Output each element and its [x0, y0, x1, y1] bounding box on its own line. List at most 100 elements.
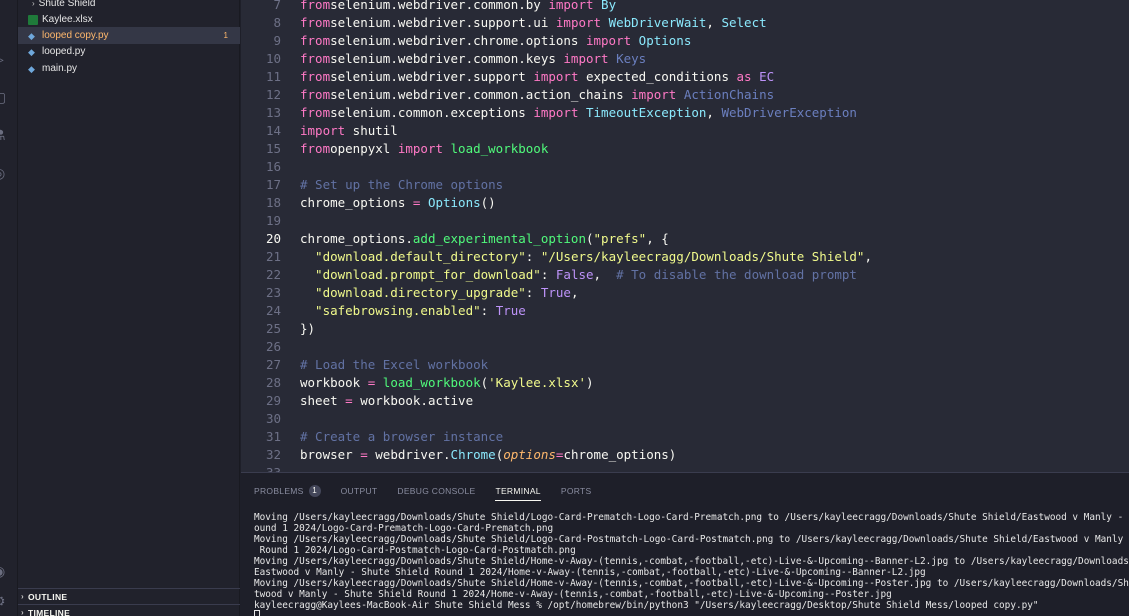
- code-line[interactable]: 21 "download.default_directory": "/Users…: [241, 248, 1129, 266]
- code-token: =: [345, 393, 353, 408]
- code-text: fromselenium.webdriver.support import ex…: [300, 68, 774, 86]
- code-line[interactable]: 27 # Load the Excel workbook: [241, 356, 1129, 374]
- code-line[interactable]: 18 chrome_options = Options(): [241, 194, 1129, 212]
- tree-file-looped-py[interactable]: ◆ looped.py: [18, 43, 240, 60]
- run-debug-icon[interactable]: ▷: [0, 48, 18, 70]
- code-text: fromselenium.webdriver.support.ui import…: [300, 14, 767, 32]
- code-token: import: [533, 105, 579, 120]
- line-number: 33: [241, 464, 281, 472]
- code-editor[interactable]: 7 fromselenium.webdriver.common.by import…: [241, 0, 1129, 472]
- code-token: (): [480, 195, 496, 210]
- code-line[interactable]: 25}): [241, 320, 1129, 338]
- outline-section[interactable]: › OUTLINE: [18, 588, 240, 604]
- code-text: fromopenpyxl import load_workbook: [300, 140, 548, 158]
- code-line[interactable]: 32 browser = webdriver.Chrome(options=chr…: [241, 446, 1129, 464]
- source-control-icon[interactable]: ⑂: [0, 10, 18, 32]
- code-token: "download.default_directory": [300, 249, 526, 264]
- code-line[interactable]: 14 import shutil: [241, 122, 1129, 140]
- code-line[interactable]: 29 sheet = workbook.active: [241, 392, 1129, 410]
- line-number: 22: [265, 267, 281, 282]
- code-token: ,: [864, 249, 872, 264]
- code-line[interactable]: 15 fromopenpyxl import load_workbook: [241, 140, 1129, 158]
- code-line[interactable]: 10 fromselenium.webdriver.common.keys imp…: [241, 50, 1129, 68]
- code-line[interactable]: 7 fromselenium.webdriver.common.by import…: [241, 0, 1129, 14]
- code-token: sheet: [300, 393, 346, 408]
- code-token: ,: [570, 285, 579, 300]
- line-number: 32: [265, 447, 281, 462]
- terminal-line: twood v Manly - Shute Shield Round 1 202…: [254, 589, 892, 600]
- tree-file-kaylee-xlsx[interactable]: Kaylee.xlsx: [18, 11, 240, 28]
- tree-item-label: looped copy.py: [42, 30, 109, 41]
- tree-item-label: Shute Shield: [38, 0, 96, 9]
- code-token: import: [533, 69, 579, 84]
- code-token: load_workbook: [375, 375, 481, 390]
- code-line[interactable]: 33: [241, 464, 1129, 472]
- tab-debug-console[interactable]: DEBUG CONSOLE: [397, 481, 475, 501]
- code-line[interactable]: 30: [241, 410, 1129, 428]
- code-token: ,: [706, 15, 722, 30]
- code-text: fromselenium.webdriver.chrome.options im…: [300, 32, 691, 50]
- account-icon[interactable]: ◉: [0, 560, 18, 582]
- code-token: import: [397, 141, 443, 156]
- code-line[interactable]: 12 fromselenium.webdriver.common.action_c…: [241, 86, 1129, 104]
- code-line[interactable]: 13 fromselenium.common.exceptions import …: [241, 104, 1129, 122]
- code-token: from: [300, 33, 331, 48]
- code-text: browser = webdriver.Chrome(options=chrom…: [300, 446, 676, 464]
- code-line[interactable]: 8 fromselenium.webdriver.support.ui impor…: [241, 14, 1129, 32]
- code-text: fromselenium.webdriver.common.by import …: [300, 0, 616, 14]
- code-line[interactable]: 9 fromselenium.webdriver.chrome.options i…: [241, 32, 1129, 50]
- python-file-icon: ◆: [28, 46, 35, 57]
- extensions-icon[interactable]: ▢: [0, 86, 18, 108]
- chevron-right-icon: ›: [21, 608, 24, 616]
- tab-output[interactable]: OUTPUT: [341, 481, 378, 501]
- code-token: # Create a browser instance: [300, 429, 504, 444]
- terminal-line: Moving /Users/kayleecragg/Downloads/Shut…: [254, 556, 1129, 567]
- code-line[interactable]: 23 "download.directory_upgrade": True,: [241, 284, 1129, 302]
- tab-problems[interactable]: PROBLEMS 1: [254, 481, 321, 501]
- timeline-section[interactable]: › TIMELINE: [18, 604, 240, 616]
- code-line[interactable]: 11 fromselenium.webdriver.support import …: [241, 68, 1129, 86]
- explorer-sidebar: › Shute Shield Kaylee.xlsx ◆ looped copy…: [18, 0, 240, 616]
- code-token: openpyxl: [330, 141, 398, 156]
- code-text: fromselenium.webdriver.common.action_cha…: [300, 86, 774, 104]
- code-token: selenium.webdriver.common.action_chains: [330, 87, 632, 102]
- code-token: # Load the Excel workbook: [300, 357, 489, 372]
- code-text: # Set up the Chrome options: [300, 176, 503, 194]
- code-token: , {: [646, 231, 669, 246]
- code-token: chrome_options: [300, 195, 413, 210]
- code-line[interactable]: 26: [241, 338, 1129, 356]
- tab-ports[interactable]: PORTS: [561, 481, 592, 501]
- code-token: ): [586, 375, 594, 390]
- code-line[interactable]: 31 # Create a browser instance: [241, 428, 1129, 446]
- outline-label: OUTLINE: [27, 591, 68, 602]
- remote-icon[interactable]: ◎: [0, 162, 18, 184]
- code-token: ,: [593, 267, 617, 282]
- code-token: from: [300, 105, 331, 120]
- code-token: Chrome: [450, 447, 496, 462]
- line-number: 16: [265, 159, 281, 174]
- code-token: workbook: [300, 375, 368, 390]
- terminal-cursor-line[interactable]: [254, 610, 1129, 616]
- code-token: selenium.webdriver.chrome.options: [330, 33, 586, 48]
- activity-bar: ⑂ ▷ ▢ ⚗ ◎ ◉ ⚙: [0, 0, 18, 616]
- bottom-panel: PROBLEMS 1 OUTPUT DEBUG CONSOLE TERMINAL…: [241, 472, 1129, 616]
- code-line[interactable]: 22 "download.prompt_for_download": False…: [241, 266, 1129, 284]
- code-line[interactable]: 16: [241, 158, 1129, 176]
- timeline-label: TIMELINE: [27, 607, 71, 616]
- code-token: import: [631, 87, 677, 102]
- test-beaker-icon[interactable]: ⚗: [0, 124, 18, 146]
- code-line[interactable]: 28 workbook = load_workbook('Kaylee.xlsx'…: [241, 374, 1129, 392]
- code-token: load_workbook: [443, 141, 549, 156]
- code-line[interactable]: 17 # Set up the Chrome options: [241, 176, 1129, 194]
- code-text: # Load the Excel workbook: [300, 356, 488, 374]
- tab-terminal[interactable]: TERMINAL: [495, 481, 541, 501]
- line-number: 13: [265, 105, 281, 120]
- code-line[interactable]: 19: [241, 212, 1129, 230]
- gear-icon[interactable]: ⚙: [0, 590, 18, 612]
- tree-file-looped-copy-py[interactable]: ◆ looped copy.py 1: [18, 27, 240, 44]
- code-token: expected_conditions: [578, 69, 737, 84]
- code-line[interactable]: 24 "safebrowsing.enabled": True: [241, 302, 1129, 320]
- code-line[interactable]: 20 chrome_options.add_experimental_option…: [241, 230, 1129, 248]
- code-token: EC: [751, 69, 775, 84]
- tree-file-main-py[interactable]: ◆ main.py: [18, 60, 240, 77]
